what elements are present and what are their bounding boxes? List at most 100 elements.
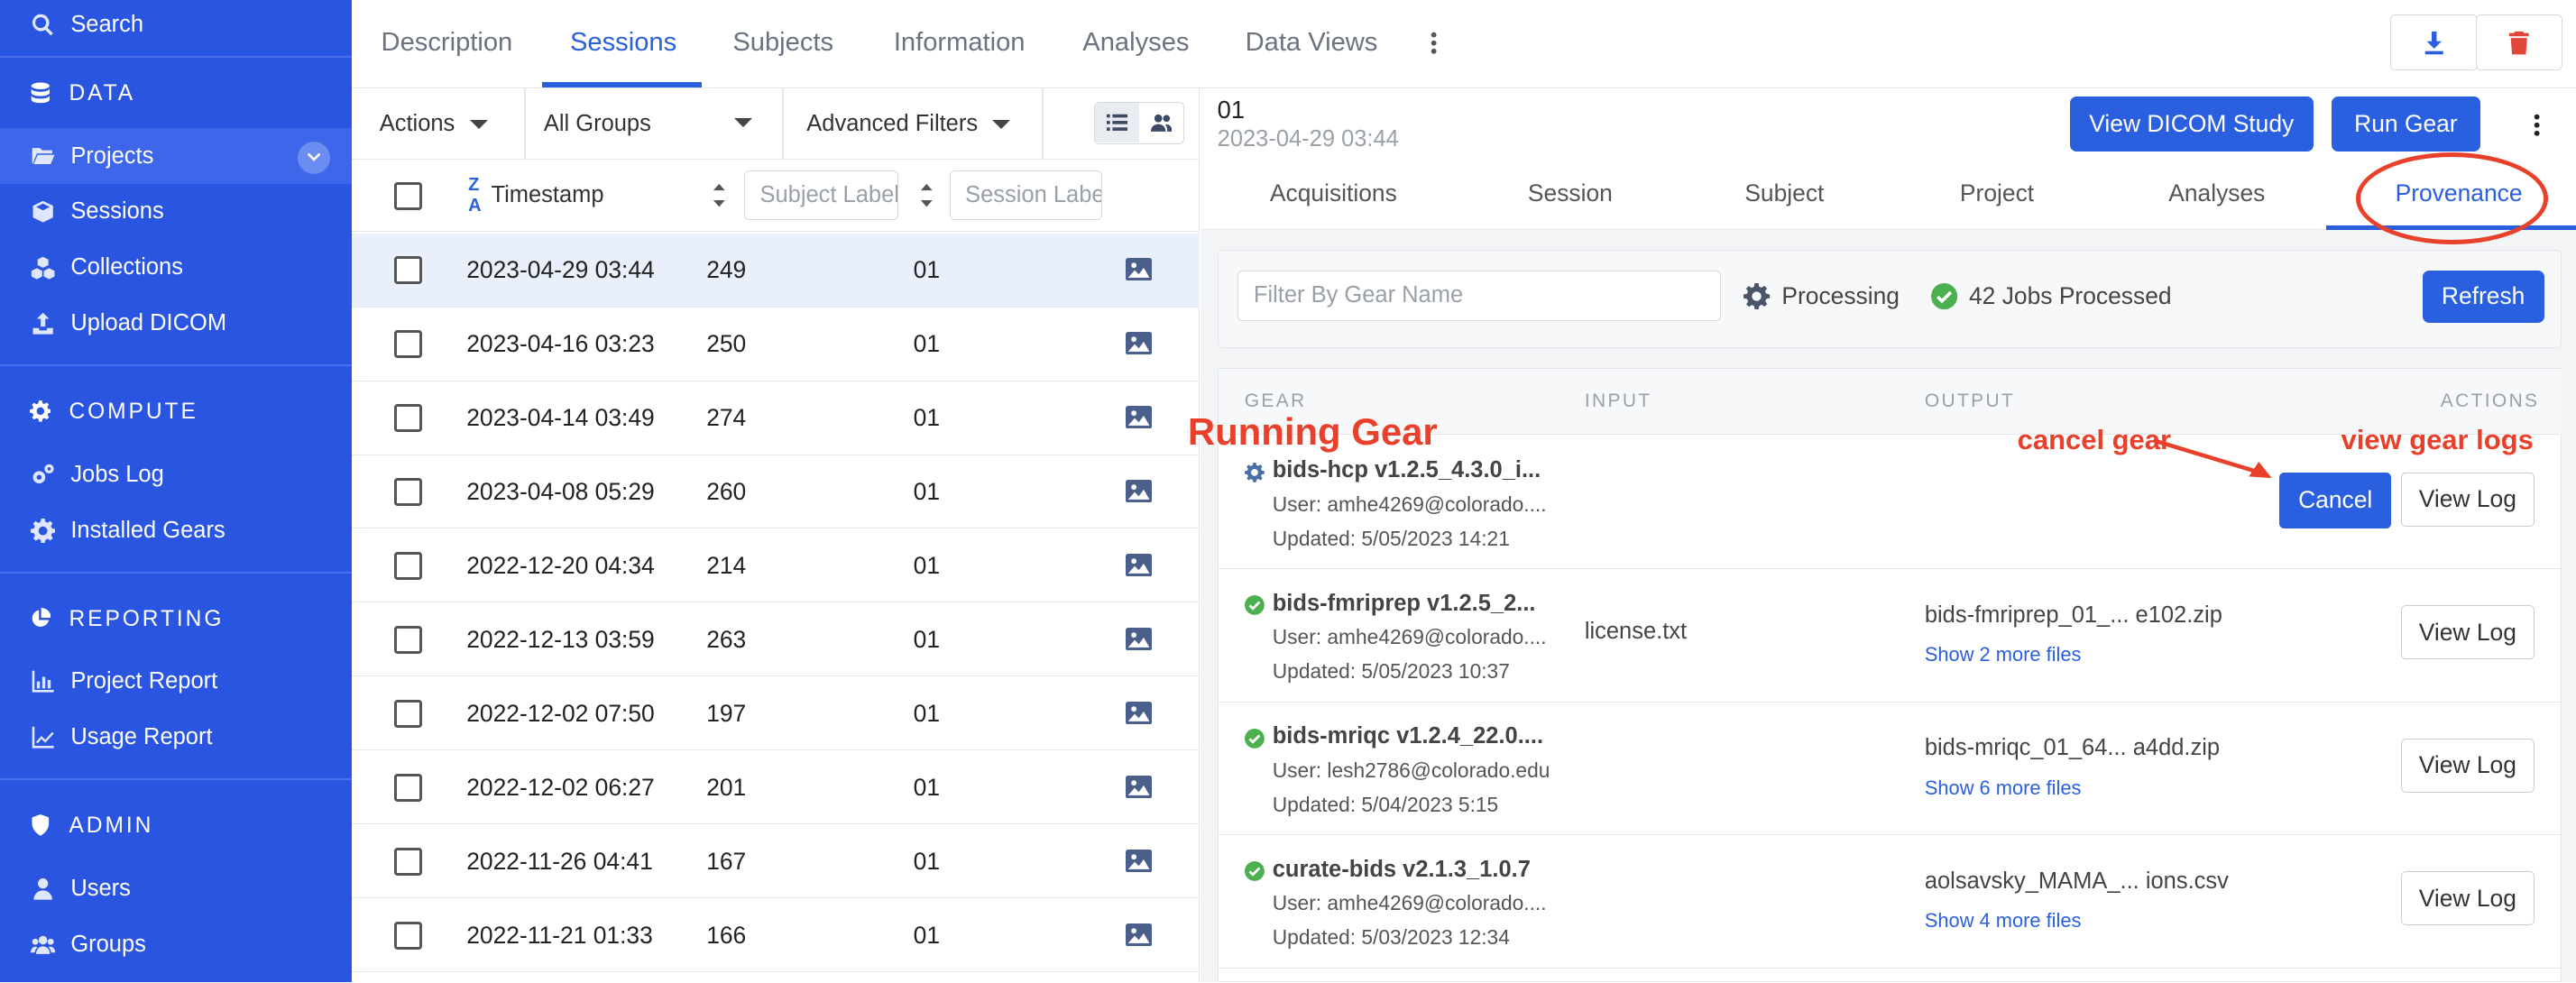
row-session: 01 [913, 477, 941, 505]
delete-button[interactable] [2475, 14, 2563, 71]
sidebar-search[interactable]: Search [0, 0, 352, 52]
pie-chart-icon [30, 607, 52, 630]
image-icon[interactable] [1125, 331, 1152, 355]
sidebar-item-groups[interactable]: Groups [0, 916, 352, 972]
view-log-button[interactable]: View Log [2401, 738, 2535, 793]
jobs-table: GEAR INPUT OUTPUT ACTIONS bids-hcp v1.2.… [1217, 367, 2562, 983]
more-actions-icon[interactable] [2525, 110, 2547, 140]
sidebar-item-usage-report-label: Usage Report [70, 724, 213, 750]
image-icon[interactable] [1125, 257, 1152, 281]
job-gear-name: curate-bids v2.1.3_1.0.7 [1272, 856, 1531, 882]
show-more-files-link[interactable]: Show 4 more files [1925, 909, 2082, 932]
tab-project[interactable]: Project [1960, 160, 2034, 228]
sidebar-item-usage-report[interactable]: Usage Report [0, 710, 352, 766]
more-tabs-icon[interactable] [1422, 28, 1445, 58]
actions-dropdown[interactable]: Actions [380, 88, 488, 159]
image-icon[interactable] [1125, 405, 1152, 429]
table-row[interactable]: 2022-11-26 04:41 167 01 [351, 824, 1200, 899]
row-timestamp: 2022-12-02 06:27 [466, 773, 655, 801]
image-icon[interactable] [1125, 627, 1152, 651]
refresh-button[interactable]: Refresh [2422, 270, 2544, 323]
image-icon[interactable] [1125, 775, 1152, 799]
gear-name-filter[interactable]: Filter By Gear Name [1237, 270, 1721, 322]
tab-subjects[interactable]: Subjects [732, 0, 833, 86]
timestamp-header[interactable]: ZA Timestamp [468, 160, 603, 232]
table-row[interactable]: 2022-11-21 01:33 166 01 [351, 898, 1200, 973]
groups-select[interactable]: All Groups [544, 88, 753, 159]
sidebar-item-users[interactable]: Users [0, 860, 352, 916]
row-checkbox[interactable] [394, 847, 423, 876]
view-dicom-study-button[interactable]: View DICOM Study [2069, 96, 2314, 152]
sort-icon[interactable] [920, 182, 934, 208]
table-row[interactable]: 2022-12-02 07:50 197 01 [351, 676, 1200, 751]
sidebar-item-jobs-log[interactable]: Jobs Log [0, 446, 352, 502]
run-gear-button[interactable]: Run Gear [2331, 96, 2481, 152]
image-icon[interactable] [1125, 479, 1152, 503]
table-row[interactable]: 2023-04-14 03:49 274 01 [351, 381, 1200, 455]
sidebar-item-project-report[interactable]: Project Report [0, 654, 352, 710]
session-label-filter[interactable]: Session Label [949, 170, 1103, 221]
table-row[interactable]: 2022-12-02 06:27 201 01 [351, 750, 1200, 825]
tab-sessions[interactable]: Sessions [570, 0, 676, 86]
image-icon[interactable] [1125, 849, 1152, 873]
view-log-button[interactable]: View Log [2401, 472, 2535, 527]
tab-subject[interactable]: Subject [1744, 160, 1824, 228]
download-button[interactable] [2390, 14, 2478, 71]
list-view-button[interactable] [1095, 102, 1140, 142]
sidebar-divider [0, 778, 352, 781]
row-timestamp: 2023-04-14 03:49 [466, 404, 655, 432]
row-session: 01 [913, 625, 941, 653]
table-row[interactable]: 2022-12-13 03:59 263 01 [351, 602, 1200, 677]
tab-information[interactable]: Information [894, 0, 1026, 86]
show-more-files-link[interactable]: Show 6 more files [1925, 776, 2082, 800]
job-input-file[interactable]: license.txt [1585, 619, 1687, 645]
row-timestamp: 2022-12-02 07:50 [466, 699, 655, 727]
image-icon[interactable] [1125, 553, 1152, 577]
caret-down-icon [469, 119, 488, 130]
sidebar-item-installed-gears[interactable]: Installed Gears [0, 502, 352, 558]
row-checkbox[interactable] [394, 330, 423, 359]
tab-analyses[interactable]: Analyses [2168, 160, 2265, 228]
image-icon[interactable] [1125, 701, 1152, 725]
tab-session[interactable]: Session [1528, 160, 1613, 228]
view-log-button[interactable]: View Log [2401, 605, 2535, 660]
tab-analyses[interactable]: Analyses [1082, 0, 1189, 86]
actions-label: Actions [379, 111, 455, 136]
sidebar-item-upload-dicom[interactable]: Upload DICOM [0, 296, 352, 352]
job-updated: Updated: 5/03/2023 12:34 [1272, 925, 1510, 950]
subject-view-button[interactable] [1139, 103, 1183, 142]
job-output-file[interactable]: bids-mriqc_01_64... a4dd.zip [1925, 735, 2220, 761]
table-row[interactable]: 2022-12-20 04:34 214 01 [351, 528, 1200, 603]
tab-data-views[interactable]: Data Views [1246, 0, 1378, 86]
sidebar-item-groups-label: Groups [70, 931, 146, 957]
tab-description[interactable]: Description [382, 0, 513, 86]
row-checkbox[interactable] [394, 921, 423, 950]
chevron-down-icon[interactable] [297, 141, 331, 175]
row-checkbox[interactable] [394, 551, 423, 580]
show-more-files-link[interactable]: Show 2 more files [1925, 643, 2082, 666]
row-timestamp: 2023-04-29 03:44 [466, 256, 655, 284]
cancel-gear-button[interactable]: Cancel [2279, 472, 2392, 528]
view-log-button[interactable]: View Log [2401, 871, 2535, 926]
advanced-filters-dropdown[interactable]: Advanced Filters [806, 88, 1011, 159]
sort-icon[interactable] [713, 182, 726, 208]
row-checkbox[interactable] [394, 404, 423, 432]
table-row[interactable]: 2023-04-29 03:44 249 01 [351, 233, 1200, 308]
sidebar-item-sessions[interactable]: Sessions [0, 184, 352, 240]
row-checkbox[interactable] [394, 625, 423, 654]
job-output-file[interactable]: aolsavsky_MAMA_... ions.csv [1925, 868, 2229, 895]
image-icon[interactable] [1125, 923, 1152, 947]
sort-alpha-icon: ZA [468, 174, 482, 216]
select-all-checkbox[interactable] [394, 182, 423, 211]
table-row[interactable]: 2023-04-08 05:29 260 01 [351, 455, 1200, 529]
job-output-file[interactable]: bids-fmriprep_01_... e102.zip [1925, 602, 2222, 629]
row-checkbox[interactable] [394, 773, 423, 802]
subject-label-filter[interactable]: Subject Label [744, 170, 899, 221]
row-checkbox[interactable] [394, 256, 423, 285]
row-checkbox[interactable] [394, 478, 423, 506]
tab-acquisitions[interactable]: Acquisitions [1270, 160, 1397, 228]
row-checkbox[interactable] [394, 699, 423, 728]
sidebar-item-collections[interactable]: Collections [0, 240, 352, 296]
table-row[interactable]: 2023-04-16 03:23 250 01 [351, 308, 1200, 381]
sidebar-search-label: Search [70, 11, 144, 37]
